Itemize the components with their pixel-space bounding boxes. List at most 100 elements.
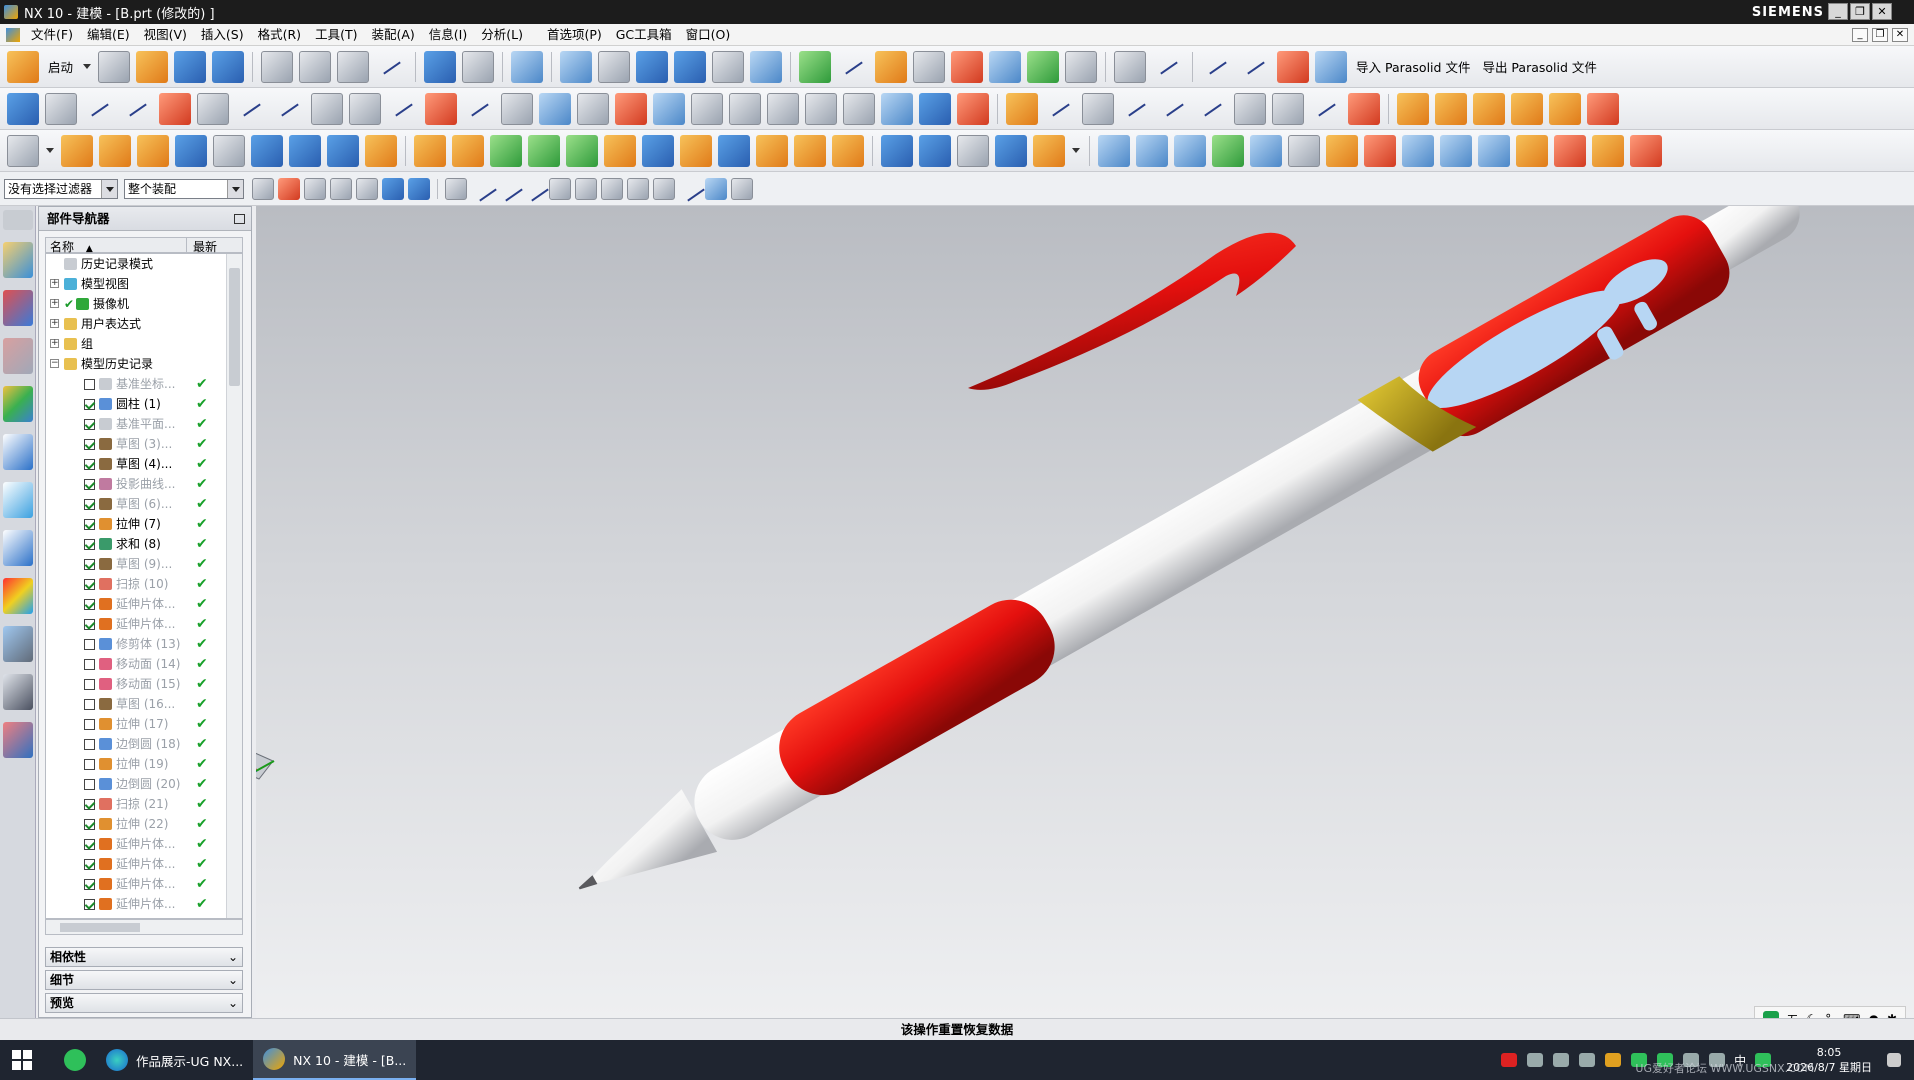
delete-icon[interactable] (375, 51, 407, 83)
thicken-icon[interactable] (414, 134, 446, 167)
undo-icon[interactable] (424, 50, 457, 83)
unite-icon[interactable] (490, 134, 522, 167)
feature-visibility-checkbox[interactable] (84, 639, 95, 650)
tree-node-user-expressions[interactable]: + 用户表达式 (46, 314, 228, 334)
feature-row[interactable]: 草图 (6)... ✔ (46, 494, 228, 514)
feature-visibility-checkbox[interactable] (84, 519, 95, 530)
doc-close-button[interactable]: ✕ (1892, 28, 1908, 42)
selection-filter-select[interactable]: 没有选择过滤器 (4, 178, 118, 199)
extrude-icon[interactable] (137, 134, 169, 167)
selection-settings-icon[interactable] (252, 177, 274, 200)
select-curve-icon[interactable] (304, 177, 326, 200)
fill-surface-icon[interactable] (1212, 134, 1244, 167)
quick-pick-icon[interactable] (731, 177, 753, 200)
feature-row[interactable]: 基准坐标... ✔ (46, 374, 228, 394)
intersect-curve-icon[interactable] (691, 92, 723, 125)
expand-icon[interactable]: + (50, 299, 59, 308)
notification-icon[interactable] (1887, 1053, 1901, 1067)
measure-angle-icon[interactable] (1239, 51, 1271, 83)
variational-sweep-icon[interactable] (1033, 134, 1065, 167)
curve-analysis-icon[interactable] (1272, 92, 1304, 125)
extract-curve-icon[interactable] (767, 92, 799, 125)
feature-group-icon[interactable] (1549, 92, 1581, 125)
rectangle-icon[interactable] (311, 92, 343, 125)
chamfer-icon[interactable] (273, 93, 305, 125)
open-folder-icon[interactable] (136, 50, 169, 83)
check-icon[interactable]: ✔ (64, 294, 74, 314)
bounded-plane-icon[interactable] (1174, 134, 1206, 167)
start-label[interactable]: 启动 (48, 57, 73, 76)
manufacturing-wizard-icon[interactable] (3, 674, 33, 710)
through-curves-icon[interactable] (881, 134, 913, 167)
feature-row[interactable]: 延伸片体... ✔ (46, 894, 228, 914)
feature-visibility-checkbox[interactable] (84, 459, 95, 470)
wcs-icon[interactable] (837, 51, 869, 83)
split-body-icon[interactable] (756, 134, 788, 167)
feature-visibility-checkbox[interactable] (84, 419, 95, 430)
extension-icon[interactable] (1288, 134, 1320, 167)
feature-row[interactable]: 草图 (3)... ✔ (46, 434, 228, 454)
vertical-scrollbar[interactable] (226, 254, 242, 918)
snap-pole-icon[interactable] (705, 177, 727, 200)
feature-visibility-checkbox[interactable] (84, 779, 95, 790)
isoparametric-icon[interactable] (957, 92, 989, 125)
text-icon[interactable] (501, 92, 533, 125)
menu-preferences[interactable]: 首选项(P) (540, 24, 609, 46)
join-curve-icon[interactable] (843, 92, 875, 125)
scroll-thumb[interactable] (60, 923, 140, 932)
feature-row[interactable]: 投影曲线... ✔ (46, 474, 228, 494)
feature-visibility-checkbox[interactable] (84, 679, 95, 690)
block-dropdown-icon[interactable] (46, 148, 54, 153)
boss-icon[interactable] (289, 134, 321, 167)
tree-node-cameras[interactable]: + ✔ 摄像机 (46, 294, 228, 314)
start-icon[interactable] (7, 50, 39, 83)
maximize-icon[interactable] (234, 214, 245, 224)
part-navigator-icon[interactable] (3, 338, 33, 374)
chamfer-body-icon[interactable] (642, 134, 674, 167)
snap-midpoint-icon[interactable] (471, 178, 493, 200)
select-face-icon[interactable] (330, 177, 352, 200)
palette-icon[interactable] (3, 578, 33, 614)
feature-visibility-checkbox[interactable] (84, 739, 95, 750)
trim-body-icon[interactable] (718, 134, 750, 167)
column-header-latest[interactable]: 最新 (187, 238, 217, 254)
feature-visibility-checkbox[interactable] (84, 539, 95, 550)
system-materials-icon[interactable] (3, 722, 33, 758)
rectangle-select-icon[interactable] (356, 177, 378, 200)
select-body-icon[interactable] (382, 177, 404, 200)
menu-tools[interactable]: 工具(T) (308, 24, 364, 46)
line-icon[interactable] (121, 93, 153, 125)
fillet-icon[interactable] (235, 93, 267, 125)
curve-fillet-icon[interactable] (1348, 92, 1380, 125)
export-parasolid-button[interactable]: 导出 Parasolid 文件 (1482, 57, 1596, 76)
offset-in-face-icon[interactable] (1310, 93, 1342, 125)
zoom-icon[interactable] (560, 50, 593, 83)
snap-endpoint-icon[interactable] (445, 177, 467, 200)
select-type-icon[interactable] (278, 177, 300, 200)
transform-icon[interactable] (951, 50, 984, 83)
swept-icon[interactable] (995, 134, 1027, 167)
trim-curve-icon[interactable] (1044, 93, 1076, 125)
section-curve-icon[interactable] (729, 92, 761, 125)
delete-feature-icon[interactable] (1587, 92, 1619, 125)
refit-face-icon[interactable] (1592, 134, 1624, 167)
feature-visibility-checkbox[interactable] (84, 879, 95, 890)
x-form-icon[interactable] (1234, 92, 1266, 125)
measure-distance-icon[interactable] (1201, 51, 1233, 83)
column-header-name[interactable]: 名称 ▲ (46, 238, 187, 254)
intersect-icon[interactable] (566, 134, 598, 167)
shell-icon[interactable] (452, 134, 484, 167)
feature-row[interactable]: 基准平面... ✔ (46, 414, 228, 434)
reuse-library-icon[interactable] (3, 386, 33, 422)
edit-object-icon[interactable] (989, 50, 1022, 83)
feature-visibility-checkbox[interactable] (84, 379, 95, 390)
circle-icon[interactable] (197, 92, 229, 125)
minimize-button[interactable]: _ (1828, 3, 1848, 20)
feature-row[interactable]: 延伸片体... ✔ (46, 594, 228, 614)
tray-app-icon[interactable] (1501, 1053, 1518, 1067)
select-feature-icon[interactable] (408, 177, 430, 200)
save-as-icon[interactable] (212, 50, 245, 83)
pattern-geometry-icon[interactable] (99, 134, 131, 167)
feature-row[interactable]: 延伸片体... ✔ (46, 834, 228, 854)
graphics-window[interactable]: X Z (230, 185, 1914, 1018)
